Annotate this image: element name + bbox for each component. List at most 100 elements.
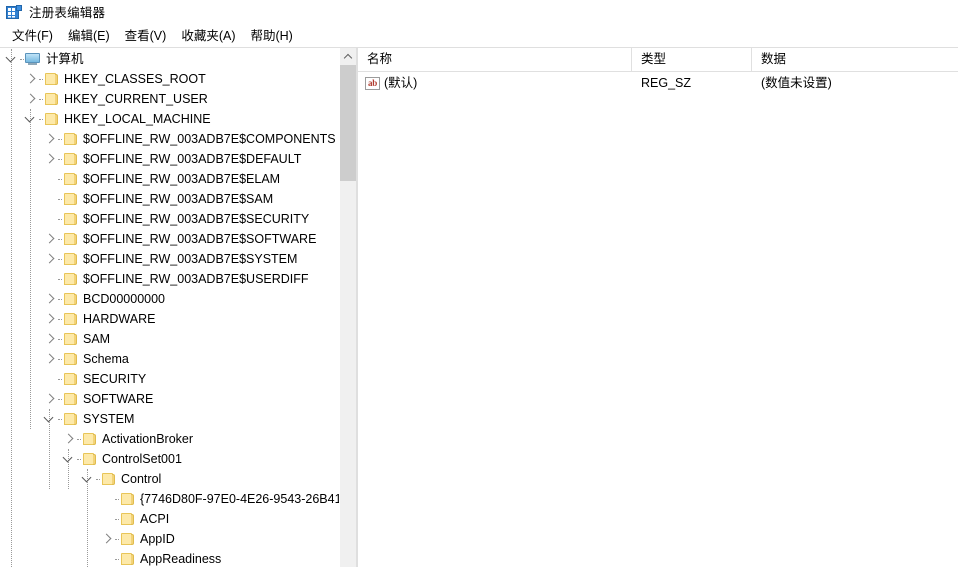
tree-node[interactable]: $OFFLINE_RW_003ADB7E$SECURITY [0,209,339,229]
collapse-chevron-icon[interactable] [61,449,77,469]
values-list: ab (默认) REG_SZ (数值未设置) [358,72,958,94]
tree-node-spacer [42,369,58,389]
menu-file[interactable]: 文件(F) [5,27,61,46]
menu-view[interactable]: 查看(V) [118,27,175,46]
values-column-headers: 名称 类型 数据 [358,48,958,72]
expand-chevron-icon[interactable] [61,429,77,449]
tree-node-label: $OFFLINE_RW_003ADB7E$SOFTWARE [83,232,317,246]
tree-node-label: $OFFLINE_RW_003ADB7E$ELAM [83,172,281,186]
expand-chevron-icon[interactable] [99,529,115,549]
folder-icon [63,272,78,286]
tree-node-label: {7746D80F-97E0-4E26-9543-26B41F [140,492,339,506]
tree-node-label: Schema [83,352,129,366]
tree-node-label: HKEY_CLASSES_ROOT [64,72,206,86]
tree-node[interactable]: Schema [0,349,339,369]
expand-chevron-icon[interactable] [42,309,58,329]
value-type-cell: REG_SZ [641,76,692,90]
value-name-cell: ab (默认) [358,72,632,94]
scroll-up-icon[interactable] [340,48,356,65]
folder-icon [44,72,59,86]
tree-node-label: ActivationBroker [102,432,194,446]
tree-node[interactable]: $OFFLINE_RW_003ADB7E$SOFTWARE [0,229,339,249]
tree-node[interactable]: AppID [0,529,339,549]
tree-node[interactable]: 计算机 [0,49,339,69]
tree-node[interactable]: $OFFLINE_RW_003ADB7E$SAM [0,189,339,209]
folder-icon [101,472,116,486]
folder-icon [63,192,78,206]
expand-chevron-icon[interactable] [23,89,39,109]
tree-node[interactable]: {7746D80F-97E0-4E26-9543-26B41F [0,489,339,509]
registry-key-tree: 计算机 HKEY_CLASSES_ROOT HKEY_CURRENT_USER HKE… [0,49,339,567]
column-header-data[interactable]: 数据 [752,48,958,71]
menu-edit[interactable]: 编辑(E) [61,27,118,46]
collapse-chevron-icon[interactable] [23,109,39,129]
registry-values-pane: 名称 类型 数据 ab (默认) REG_SZ (数值未设置) [357,47,958,567]
window-title: 注册表编辑器 [29,6,106,20]
tree-node-label: AppReadiness [140,552,222,566]
table-row[interactable]: ab (默认) REG_SZ (数值未设置) [358,72,958,94]
tree-node[interactable]: SYSTEM [0,409,339,429]
folder-icon [120,552,135,566]
collapse-chevron-icon[interactable] [4,49,20,69]
column-header-name[interactable]: 名称 [358,48,632,71]
menu-help[interactable]: 帮助(H) [243,27,300,46]
tree-node[interactable]: SOFTWARE [0,389,339,409]
string-value-icon: ab [365,76,380,90]
tree-node[interactable]: BCD00000000 [0,289,339,309]
tree-node-label: $OFFLINE_RW_003ADB7E$USERDIFF [83,272,309,286]
tree-node-label: $OFFLINE_RW_003ADB7E$SAM [83,192,274,206]
main-split: 计算机 HKEY_CLASSES_ROOT HKEY_CURRENT_USER HKE… [0,47,958,567]
scrollbar-thumb[interactable] [340,65,356,181]
collapse-chevron-icon[interactable] [42,409,58,429]
tree-node-label: SYSTEM [83,412,135,426]
tree-node-spacer [99,509,115,529]
folder-icon [63,252,78,266]
tree-node[interactable]: ControlSet001 [0,449,339,469]
tree-node[interactable]: HKEY_CLASSES_ROOT [0,69,339,89]
tree-node[interactable]: SECURITY [0,369,339,389]
tree-node[interactable]: ActivationBroker [0,429,339,449]
tree-node-spacer [99,489,115,509]
folder-icon [63,332,78,346]
menu-favorites[interactable]: 收藏夹(A) [174,27,243,46]
folder-icon [63,372,78,386]
tree-node[interactable]: ACPI [0,509,339,529]
tree-node[interactable]: HARDWARE [0,309,339,329]
expand-chevron-icon[interactable] [42,329,58,349]
collapse-chevron-icon[interactable] [80,469,96,489]
tree-node[interactable]: HKEY_CURRENT_USER [0,89,339,109]
expand-chevron-icon[interactable] [42,249,58,269]
expand-chevron-icon[interactable] [42,389,58,409]
folder-icon [63,312,78,326]
folder-icon [120,512,135,526]
expand-chevron-icon[interactable] [42,229,58,249]
computer-icon [25,52,41,66]
title-bar: 注册表编辑器 [0,0,958,26]
tree-node-label: 计算机 [46,52,84,66]
tree-node[interactable]: Control [0,469,339,489]
tree-node[interactable]: AppReadiness [0,549,339,567]
expand-chevron-icon[interactable] [42,349,58,369]
tree-node-spacer [42,209,58,229]
expand-chevron-icon[interactable] [42,149,58,169]
expand-chevron-icon[interactable] [23,69,39,89]
tree-node[interactable]: $OFFLINE_RW_003ADB7E$USERDIFF [0,269,339,289]
tree-node-label: SECURITY [83,372,147,386]
folder-icon [63,132,78,146]
tree-node[interactable]: $OFFLINE_RW_003ADB7E$COMPONENTS [0,129,339,149]
tree-node[interactable]: HKEY_LOCAL_MACHINE [0,109,339,129]
expand-chevron-icon[interactable] [42,129,58,149]
tree-node-label: ACPI [140,512,170,526]
tree-node[interactable]: SAM [0,329,339,349]
folder-icon [63,232,78,246]
tree-node[interactable]: $OFFLINE_RW_003ADB7E$SYSTEM [0,249,339,269]
expand-chevron-icon[interactable] [42,289,58,309]
tree-node-label: BCD00000000 [83,292,166,306]
tree-node[interactable]: $OFFLINE_RW_003ADB7E$ELAM [0,169,339,189]
folder-icon [120,492,135,506]
tree-node-spacer [99,549,115,567]
folder-icon [44,112,59,126]
column-header-type[interactable]: 类型 [632,48,752,71]
tree-node[interactable]: $OFFLINE_RW_003ADB7E$DEFAULT [0,149,339,169]
tree-vertical-scrollbar[interactable] [339,48,356,567]
